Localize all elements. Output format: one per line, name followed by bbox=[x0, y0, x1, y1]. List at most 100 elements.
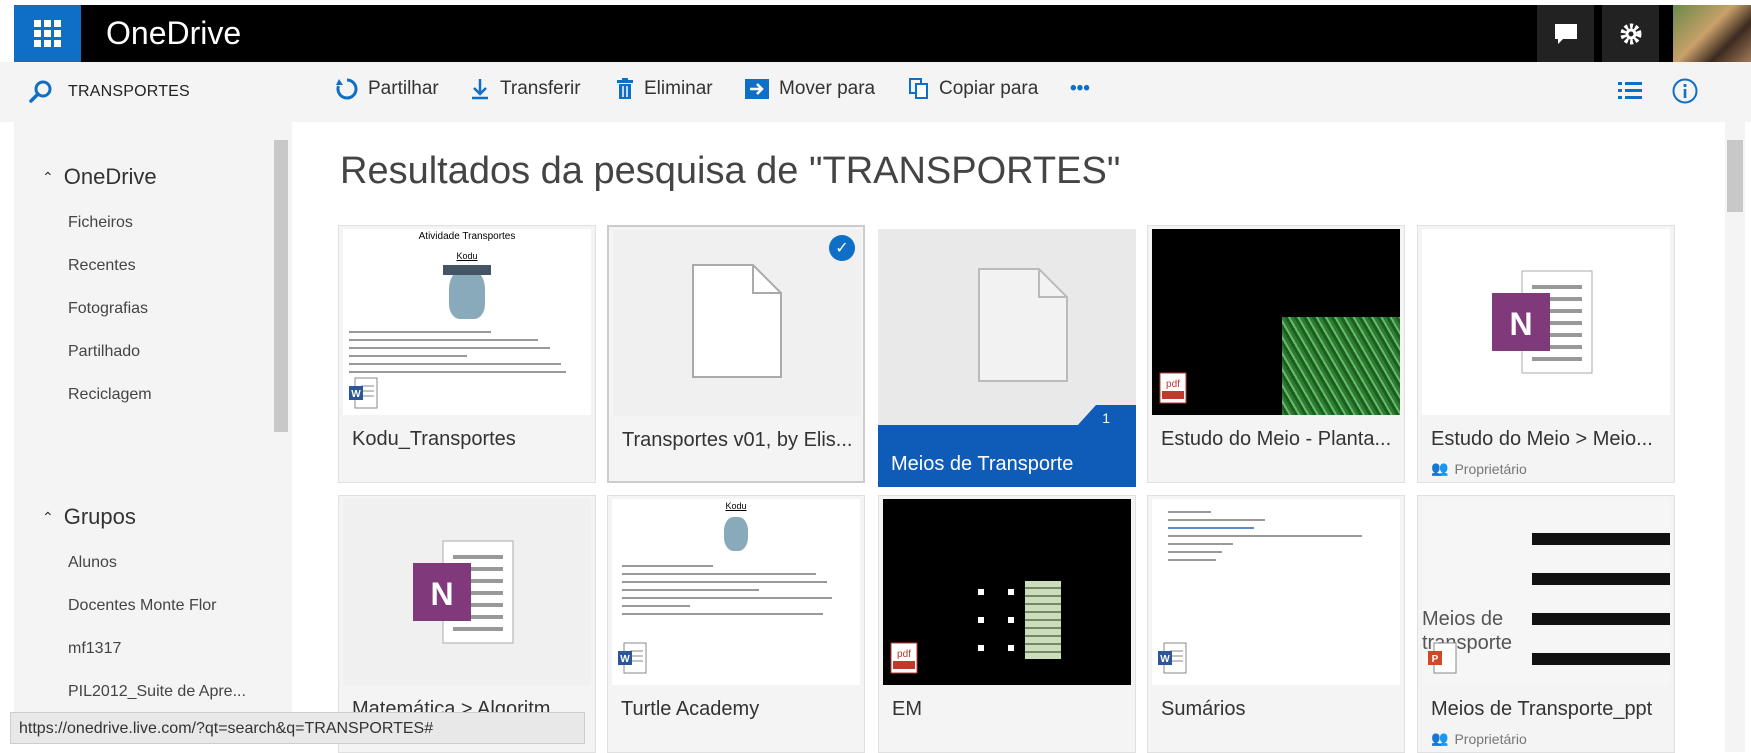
onenote-thumbnail: N bbox=[1422, 229, 1670, 415]
owner-label: 👥 Proprietário bbox=[1431, 460, 1527, 477]
svg-text:pdf: pdf bbox=[1166, 379, 1180, 390]
copy-icon bbox=[909, 78, 928, 99]
owner-text: Proprietário bbox=[1454, 730, 1527, 747]
document-thumbnail: Atividade Transportes Kodu bbox=[343, 229, 591, 415]
settings-button[interactable] bbox=[1602, 5, 1659, 62]
feedback-button[interactable] bbox=[1537, 5, 1594, 62]
download-button[interactable]: Transferir bbox=[470, 78, 581, 100]
sidebar-item-recycle[interactable]: Reciclagem bbox=[68, 386, 152, 404]
file-name: Transportes v01, by Elis... bbox=[622, 429, 853, 451]
sidebar-item-files[interactable]: Ficheiros bbox=[68, 214, 133, 232]
powerpoint-icon: P bbox=[1428, 642, 1457, 674]
search-icon bbox=[29, 80, 52, 103]
selected-check-icon[interactable]: ✓ bbox=[829, 235, 855, 261]
file-name: Turtle Academy bbox=[621, 698, 760, 720]
search-box[interactable]: TRANSPORTES bbox=[14, 62, 294, 122]
pdf-icon: pdf bbox=[890, 642, 918, 674]
file-name: Sumários bbox=[1161, 698, 1246, 720]
kodu-illustration bbox=[443, 265, 491, 319]
file-name: EM bbox=[892, 698, 922, 720]
folder-item-count: 1 bbox=[1102, 410, 1110, 426]
list-view-icon bbox=[1618, 82, 1642, 99]
owner-label: 👥 Proprietário bbox=[1431, 730, 1527, 747]
folder-banner: 1 Meios de Transporte bbox=[878, 405, 1136, 487]
avatar[interactable] bbox=[1673, 5, 1751, 62]
sidebar-item-group[interactable]: Docentes Monte Flor bbox=[68, 597, 217, 615]
page-image bbox=[1025, 581, 1061, 659]
sidebar-item-shared[interactable]: Partilhado bbox=[68, 343, 140, 361]
download-icon bbox=[472, 79, 488, 100]
pdf-icon: pdf bbox=[1159, 372, 1187, 404]
svg-text:P: P bbox=[1432, 654, 1439, 665]
file-tile-selected[interactable]: ✓ Transportes v01, by Elis... bbox=[607, 225, 865, 483]
generic-file-icon bbox=[692, 264, 782, 378]
word-icon: W bbox=[1158, 642, 1187, 674]
sidebar-item-group[interactable]: mf1317 bbox=[68, 640, 121, 658]
svg-text:pdf: pdf bbox=[897, 649, 911, 660]
move-button[interactable]: Mover para bbox=[745, 78, 875, 100]
search-input[interactable]: TRANSPORTES bbox=[68, 83, 190, 101]
sidebar-section-groups[interactable]: ⌃ Grupos bbox=[42, 504, 136, 530]
waffle-icon bbox=[34, 20, 61, 47]
pdf-thumbnail bbox=[883, 499, 1131, 685]
gear-icon bbox=[1620, 23, 1641, 44]
main-scrollbar[interactable] bbox=[1725, 122, 1745, 752]
folder-tile[interactable]: 1 Meios de Transporte bbox=[878, 229, 1136, 487]
file-tile[interactable]: Kodu W Turtle Academy bbox=[607, 495, 865, 753]
file-tile[interactable]: Atividade Transportes Kodu W Kodu_Transp… bbox=[338, 225, 596, 483]
sidebar-item-group[interactable]: PIL2012_Suite de Apre... bbox=[68, 683, 246, 701]
more-icon: ••• bbox=[1070, 78, 1090, 99]
status-url: https://onedrive.live.com/?qt=search&q=T… bbox=[10, 712, 585, 744]
download-label: Transferir bbox=[500, 78, 581, 99]
delete-label: Eliminar bbox=[644, 78, 713, 99]
delete-button[interactable]: Eliminar bbox=[616, 78, 713, 100]
share-button[interactable]: Partilhar bbox=[336, 78, 439, 100]
sidebar-scrollbar-thumb[interactable] bbox=[274, 140, 288, 432]
pdf-thumbnail bbox=[1152, 229, 1400, 415]
sidebar-section-onedrive[interactable]: ⌃ OneDrive bbox=[42, 164, 157, 190]
copy-button[interactable]: Copiar para bbox=[909, 78, 1038, 100]
app-launcher-button[interactable] bbox=[14, 5, 81, 62]
people-icon: 👥 bbox=[1431, 730, 1449, 746]
svg-text:N: N bbox=[1509, 306, 1532, 342]
sidebar-item-group[interactable]: Alunos bbox=[68, 554, 117, 572]
svg-text:W: W bbox=[351, 389, 361, 400]
copy-label: Copiar para bbox=[939, 78, 1039, 99]
view-toggle-button[interactable] bbox=[1618, 80, 1642, 100]
file-tile[interactable]: Meios de transporte P Meios de Transport… bbox=[1417, 495, 1675, 753]
file-tile[interactable]: N Estudo do Meio > Meio... 👥 Proprietário bbox=[1417, 225, 1675, 483]
fern-image bbox=[1282, 317, 1400, 415]
presentation-thumbnail: Meios de transporte bbox=[1422, 499, 1670, 685]
doc-title: Atividade Transportes bbox=[418, 231, 516, 242]
file-name: Kodu_Transportes bbox=[352, 428, 516, 450]
word-icon: W bbox=[618, 642, 647, 674]
share-icon bbox=[336, 78, 358, 100]
people-icon: 👥 bbox=[1431, 460, 1449, 476]
details-pane-button[interactable] bbox=[1672, 78, 1698, 104]
move-icon bbox=[745, 79, 769, 99]
file-name: Meios de Transporte_ppt bbox=[1431, 698, 1653, 720]
generic-file-icon bbox=[978, 268, 1068, 382]
folder-thumbnail bbox=[882, 232, 1130, 418]
file-tile[interactable]: W Sumários bbox=[1147, 495, 1405, 753]
document-thumbnail bbox=[1152, 499, 1400, 685]
owner-text: Proprietário bbox=[1454, 460, 1527, 477]
onenote-thumbnail: N bbox=[343, 499, 591, 685]
app-title[interactable]: OneDrive bbox=[106, 15, 241, 52]
main-scrollbar-thumb[interactable] bbox=[1727, 140, 1743, 212]
more-button[interactable]: ••• bbox=[1070, 78, 1090, 100]
folder-name: Meios de Transporte bbox=[891, 453, 1074, 475]
move-label: Mover para bbox=[779, 78, 876, 99]
file-tile[interactable]: pdf EM bbox=[878, 495, 1136, 753]
file-tile[interactable]: pdf Estudo do Meio - Planta... bbox=[1147, 225, 1405, 483]
sidebar-section-title: OneDrive bbox=[63, 164, 157, 189]
vehicle-silhouettes bbox=[1532, 505, 1670, 683]
chevron-up-icon: ⌃ bbox=[42, 508, 54, 525]
file-name: Estudo do Meio - Planta... bbox=[1161, 428, 1392, 450]
word-icon: W bbox=[349, 377, 378, 409]
file-name: Estudo do Meio > Meio... bbox=[1431, 428, 1653, 450]
svg-text:W: W bbox=[1160, 654, 1170, 665]
sidebar-item-photos[interactable]: Fotografias bbox=[68, 300, 148, 318]
onenote-icon: N bbox=[1492, 270, 1593, 374]
sidebar-item-recent[interactable]: Recentes bbox=[68, 257, 136, 275]
